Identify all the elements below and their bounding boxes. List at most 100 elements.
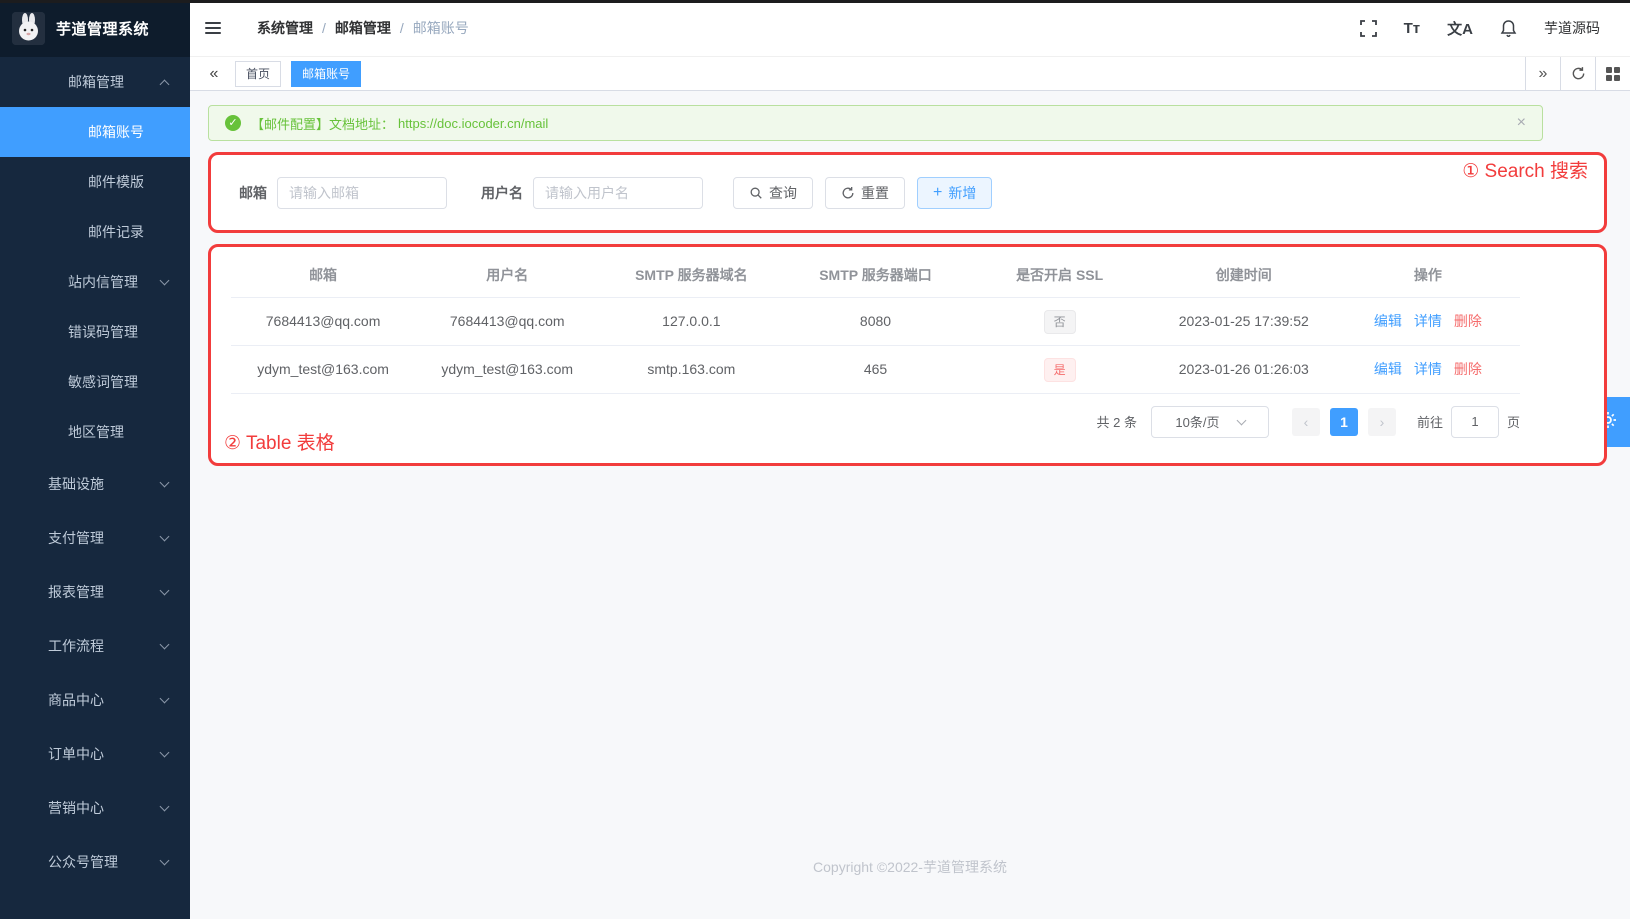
refresh-page-icon[interactable]	[1560, 57, 1595, 91]
next-page-button[interactable]: ›	[1368, 408, 1396, 436]
font-size-icon[interactable]: Tт	[1404, 20, 1421, 37]
username-input[interactable]	[533, 177, 703, 209]
goto-page-input[interactable]	[1451, 406, 1499, 438]
sidebar-item-payment-management[interactable]: 支付管理	[0, 511, 190, 565]
chevron-down-icon	[160, 802, 170, 812]
edit-link[interactable]: 编辑	[1374, 313, 1402, 329]
sidebar-item-mail-account[interactable]: 邮箱账号	[0, 107, 190, 157]
cell-smtp-port: 8080	[783, 298, 967, 345]
chevron-down-icon	[160, 640, 170, 650]
sidebar-item-label: 邮件记录	[88, 222, 144, 242]
page-size-select[interactable]: 10条/页	[1151, 406, 1269, 438]
mail-config-alert: ✓ 【邮件配置】文档地址： https://doc.iocoder.cn/mai…	[208, 105, 1543, 141]
chevron-down-icon	[160, 856, 170, 866]
sidebar-item-workflow[interactable]: 工作流程	[0, 619, 190, 673]
sidebar-item-report-management[interactable]: 报表管理	[0, 565, 190, 619]
sidebar-item-label: 公众号管理	[48, 852, 118, 872]
collapse-sidebar-icon[interactable]	[202, 17, 224, 39]
tabsbar-controls: »	[1525, 57, 1630, 91]
plus-icon: +	[933, 185, 942, 201]
page-content: ✓ 【邮件配置】文档地址： https://doc.iocoder.cn/mai…	[190, 91, 1630, 919]
sidebar: 芋道管理系统 邮箱管理邮箱账号邮件模版邮件记录站内信管理错误码管理敏感词管理地区…	[0, 0, 190, 919]
cell-actions: 编辑详情删除	[1336, 298, 1520, 345]
edit-link[interactable]: 编辑	[1374, 361, 1402, 377]
chevron-down-icon	[160, 478, 170, 488]
cell-ssl: 否	[968, 298, 1152, 345]
sidebar-item-order-center[interactable]: 订单中心	[0, 727, 190, 781]
sidebar-item-label: 敏感词管理	[68, 372, 138, 392]
column-header: 用户名	[415, 253, 599, 297]
detail-link[interactable]: 详情	[1414, 361, 1442, 377]
alert-text: 【邮件配置】文档地址：	[251, 114, 394, 133]
sidebar-item-mail-log[interactable]: 邮件记录	[0, 207, 190, 257]
page-number-button[interactable]: 1	[1330, 408, 1358, 436]
sidebar-item-mail-management[interactable]: 邮箱管理	[0, 57, 190, 107]
footer-copyright: Copyright ©2022-芋道管理系统	[190, 857, 1630, 877]
layout-grid-icon[interactable]	[1595, 57, 1630, 91]
ssl-status-tag: 是	[1044, 358, 1076, 382]
alert-close-icon[interactable]: ×	[1517, 114, 1526, 132]
language-icon[interactable]: 文A	[1447, 18, 1473, 39]
column-header: 是否开启 SSL	[968, 253, 1152, 297]
doc-link[interactable]: https://doc.iocoder.cn/mail	[398, 116, 548, 131]
sidebar-item-product-center[interactable]: 商品中心	[0, 673, 190, 727]
sidebar-item-label: 错误码管理	[68, 322, 138, 342]
column-header: SMTP 服务器端口	[783, 253, 967, 297]
cell-mail: 7684413@qq.com	[231, 298, 415, 345]
tab-home[interactable]: 首页	[235, 61, 281, 87]
breadcrumb-item[interactable]: 系统管理	[257, 18, 313, 38]
scroll-tabs-right-icon[interactable]: »	[1525, 57, 1560, 91]
app-logo[interactable]: 芋道管理系统	[0, 0, 190, 57]
sidebar-item-error-code-management[interactable]: 错误码管理	[0, 307, 190, 357]
sidebar-item-area-management[interactable]: 地区管理	[0, 407, 190, 457]
query-button[interactable]: 查询	[733, 177, 813, 209]
email-label: 邮箱	[239, 183, 267, 203]
notification-bell-icon[interactable]	[1500, 19, 1517, 37]
tab-label: 邮箱账号	[302, 65, 350, 82]
goto-label: 前往	[1417, 412, 1443, 431]
delete-link[interactable]: 删除	[1454, 313, 1482, 329]
reset-button[interactable]: 重置	[825, 177, 905, 209]
fullscreen-icon[interactable]	[1360, 20, 1377, 37]
query-button-label: 查询	[769, 183, 797, 203]
breadcrumb-item: 邮箱账号	[413, 18, 469, 38]
cell-smtp-port: 465	[783, 346, 967, 393]
sidebar-menu: 邮箱管理邮箱账号邮件模版邮件记录站内信管理错误码管理敏感词管理地区管理基础设施支…	[0, 57, 190, 889]
sidebar-item-marketing-center[interactable]: 营销中心	[0, 781, 190, 835]
table-body: 7684413@qq.com7684413@qq.com127.0.0.1808…	[231, 297, 1520, 393]
user-menu[interactable]: 芋道源码	[1544, 18, 1600, 38]
sidebar-item-mp-management[interactable]: 公众号管理	[0, 835, 190, 889]
sidebar-item-mail-template[interactable]: 邮件模版	[0, 157, 190, 207]
username-label: 用户名	[481, 183, 523, 203]
success-check-icon: ✓	[225, 115, 241, 131]
chevron-down-icon	[160, 694, 170, 704]
email-input[interactable]	[277, 177, 447, 209]
sidebar-item-label: 订单中心	[48, 744, 104, 764]
search-annotation-label: ① Search 搜索	[1462, 162, 1588, 181]
add-button[interactable]: + 新增	[917, 177, 992, 209]
column-header: 操作	[1336, 253, 1520, 297]
sidebar-item-label: 支付管理	[48, 528, 104, 548]
sidebar-item-label: 报表管理	[48, 582, 104, 602]
sidebar-item-infrastructure[interactable]: 基础设施	[0, 457, 190, 511]
table-header-row: 邮箱用户名SMTP 服务器域名SMTP 服务器端口是否开启 SSL创建时间操作	[231, 253, 1520, 297]
sidebar-item-notify-management[interactable]: 站内信管理	[0, 257, 190, 307]
cell-username: ydym_test@163.com	[415, 346, 599, 393]
tab-mail-account[interactable]: 邮箱账号	[291, 61, 361, 87]
scroll-tabs-left-icon[interactable]: «	[203, 65, 225, 83]
chevron-up-icon	[160, 79, 170, 89]
sidebar-item-sensitive-word-management[interactable]: 敏感词管理	[0, 357, 190, 407]
breadcrumb-item[interactable]: 邮箱管理	[335, 18, 391, 38]
sidebar-item-label: 工作流程	[48, 636, 104, 656]
search-section: 邮箱 用户名 查询 重置 + 新增 ① Search	[208, 152, 1607, 233]
sidebar-item-label: 营销中心	[48, 798, 104, 818]
prev-page-button[interactable]: ‹	[1292, 408, 1320, 436]
sidebar-item-label: 邮箱管理	[68, 72, 124, 92]
delete-link[interactable]: 删除	[1454, 361, 1482, 377]
cell-actions: 编辑详情删除	[1336, 346, 1520, 393]
add-button-label: 新增	[948, 183, 976, 203]
detail-link[interactable]: 详情	[1414, 313, 1442, 329]
reset-button-label: 重置	[861, 183, 889, 203]
navbar-right: Tт 文A 芋道源码	[1360, 18, 1600, 39]
pagination-total: 共 2 条	[1097, 412, 1137, 431]
